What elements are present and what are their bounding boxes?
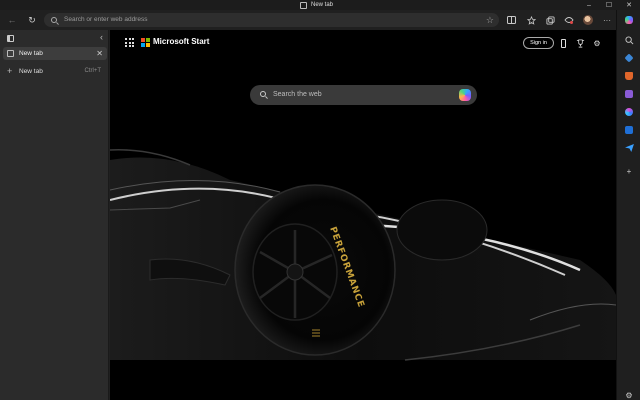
tag-sidebar-icon[interactable]	[622, 51, 636, 65]
window-title: New tab	[300, 0, 333, 10]
favorites-icon[interactable]	[524, 13, 538, 27]
refresh-button[interactable]: ↻	[25, 13, 39, 27]
tab-favicon-icon	[7, 50, 14, 57]
search-icon	[260, 91, 266, 97]
address-bar[interactable]: Search or enter web address ☆	[44, 13, 499, 27]
page-header: Microsoft Start Sign in ⚙	[110, 30, 616, 56]
profile-avatar[interactable]	[581, 13, 595, 27]
back-button[interactable]: ←	[5, 13, 19, 27]
games-icon[interactable]	[622, 87, 636, 101]
rewards-trophy-icon[interactable]	[574, 37, 586, 49]
web-search-box[interactable]: Search the web	[250, 85, 477, 105]
tab-label: New tab	[19, 50, 43, 57]
vertical-tabs-panel: ‹ New tab ✕ + New tab Ctrl+T	[0, 30, 109, 400]
window-title-text: New tab	[311, 2, 334, 8]
title-bar: New tab – ☐ ✕	[0, 0, 640, 10]
sign-in-button[interactable]: Sign in	[523, 37, 554, 49]
copilot-icon[interactable]	[459, 89, 471, 101]
drop-send-icon[interactable]	[622, 141, 636, 155]
maximize-button[interactable]: ☐	[602, 0, 616, 10]
edge-sidebar: + ⚙	[616, 10, 640, 400]
browser-essentials-icon[interactable]	[562, 13, 576, 27]
address-placeholder: Search or enter web address	[64, 16, 148, 23]
tab-actions-icon[interactable]	[7, 35, 14, 42]
new-tab-page: PERFORMANCE Microsoft Start Sign in ⚙ Se…	[110, 30, 616, 400]
plus-icon: +	[7, 66, 13, 76]
avatar	[583, 15, 593, 25]
microsoft-365-icon[interactable]	[622, 105, 636, 119]
search-sidebar-icon[interactable]	[622, 33, 636, 47]
microsoft-logo-icon	[141, 38, 150, 47]
sidebar-settings-gear-icon[interactable]: ⚙	[622, 388, 636, 400]
add-sidebar-app-icon[interactable]: +	[622, 164, 636, 178]
collapse-panel-icon[interactable]: ‹	[100, 32, 103, 42]
minimize-button[interactable]: –	[582, 0, 596, 10]
favorite-star-icon[interactable]: ☆	[486, 13, 494, 27]
apps-launcher-icon[interactable]	[125, 38, 134, 47]
tab-icon	[300, 1, 307, 9]
page-settings-gear-icon[interactable]: ⚙	[591, 37, 603, 49]
toolbar: ← ↻ Search or enter web address ☆ ···	[0, 10, 640, 30]
phone-icon[interactable]	[557, 37, 569, 49]
more-menu-icon[interactable]: ···	[600, 13, 614, 27]
new-tab-shortcut: Ctrl+T	[84, 68, 102, 74]
new-tab-button[interactable]: + New tab Ctrl+T	[3, 65, 107, 78]
search-placeholder: Search the web	[273, 91, 322, 98]
close-tab-icon[interactable]: ✕	[96, 47, 103, 60]
search-icon	[51, 17, 57, 23]
tab-new-tab[interactable]: New tab ✕	[3, 47, 107, 60]
copilot-sidebar-icon[interactable]	[622, 13, 636, 27]
shopping-bag-icon[interactable]	[622, 69, 636, 83]
close-window-button[interactable]: ✕	[622, 0, 636, 10]
new-tab-label: New tab	[19, 68, 43, 75]
split-screen-icon[interactable]	[504, 13, 518, 27]
brand-title[interactable]: Microsoft Start	[153, 37, 209, 46]
outlook-icon[interactable]	[622, 123, 636, 137]
collections-icon[interactable]	[543, 13, 557, 27]
tabs-panel-header: ‹	[0, 32, 109, 44]
